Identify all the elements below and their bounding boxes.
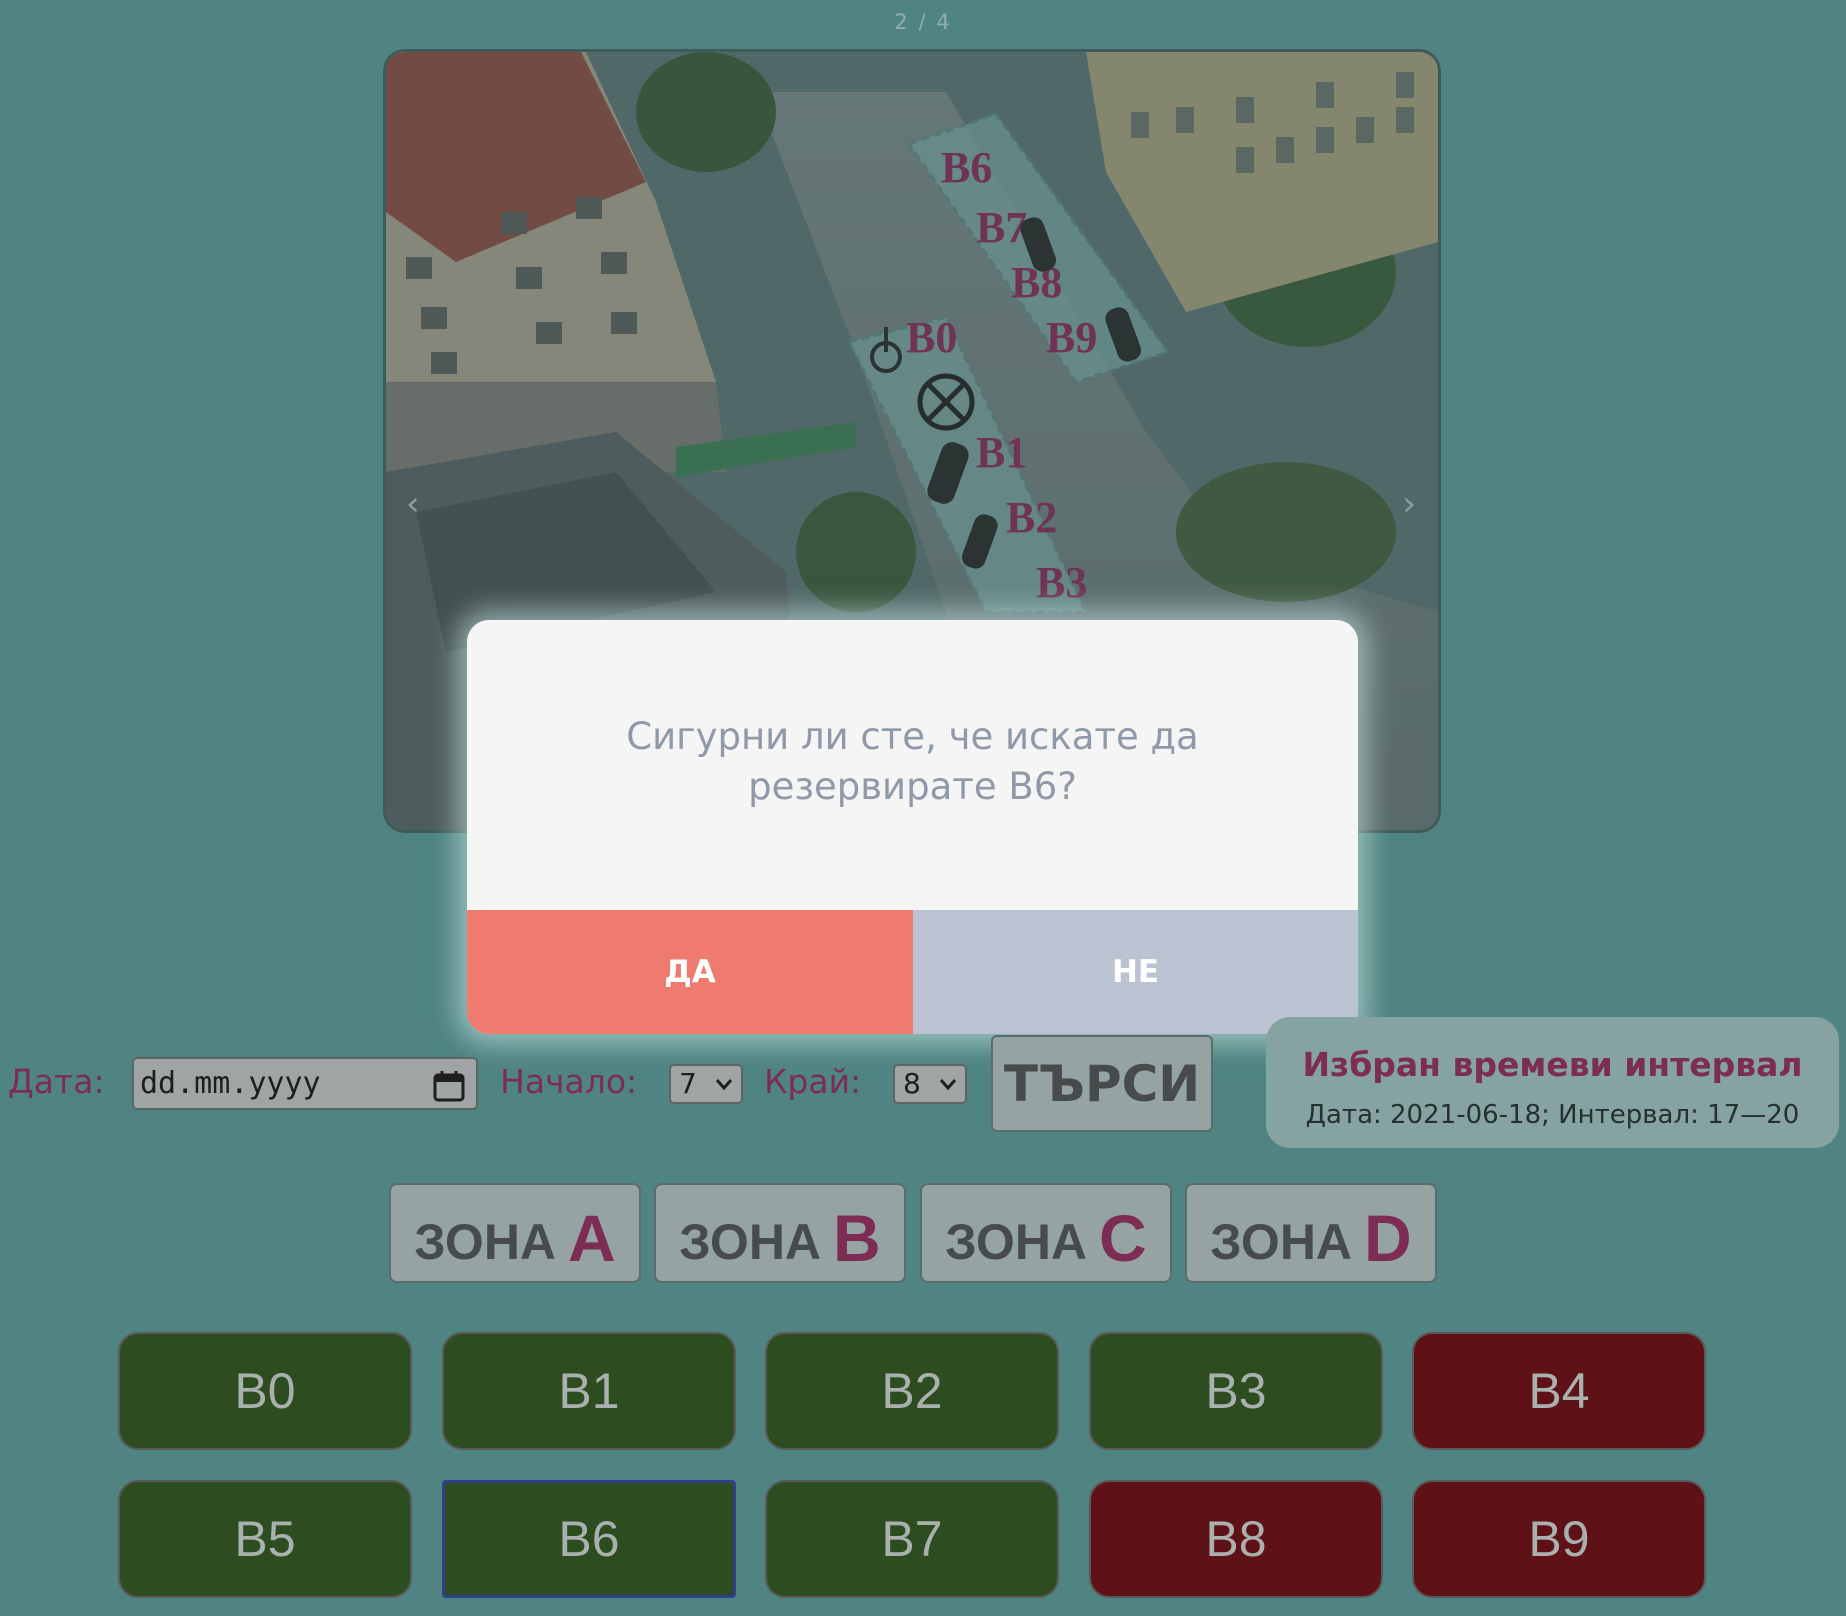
chevron-down-icon bbox=[715, 1079, 733, 1091]
prev-slide-icon[interactable]: ‹ bbox=[406, 484, 420, 524]
confirm-message-line: Сигурни ли сте, че искате да bbox=[626, 715, 1199, 758]
end-label: Край: bbox=[764, 1062, 862, 1101]
end-select-value: 8 bbox=[903, 1067, 921, 1100]
confirm-message-line: резервирате В6? bbox=[748, 765, 1077, 808]
date-placeholder: dd.mm.yyyy bbox=[140, 1066, 321, 1101]
zone-word: ЗОНА bbox=[414, 1214, 557, 1270]
chevron-down-icon bbox=[939, 1079, 957, 1091]
selected-interval-title: Избран времеви интервал bbox=[1302, 1045, 1803, 1084]
zone-a-button[interactable]: ЗОНА A bbox=[389, 1183, 641, 1283]
parking-spot-b0[interactable]: B0 bbox=[118, 1332, 412, 1450]
parking-spot-b3[interactable]: B3 bbox=[1089, 1332, 1383, 1450]
zone-c-button[interactable]: ЗОНА C bbox=[920, 1183, 1172, 1283]
calendar-icon[interactable] bbox=[432, 1069, 466, 1103]
parking-spot-b7[interactable]: B7 bbox=[765, 1480, 1059, 1598]
end-select[interactable]: 8 bbox=[893, 1064, 967, 1104]
parking-spot-b4[interactable]: B4 bbox=[1412, 1332, 1706, 1450]
selected-interval-details: Дата: 2021-06-18; Интервал: 17—20 bbox=[1305, 1100, 1800, 1130]
start-select[interactable]: 7 bbox=[669, 1064, 743, 1104]
zone-letter: C bbox=[1099, 1201, 1147, 1275]
zone-word: ЗОНА bbox=[679, 1214, 822, 1270]
date-label: Дата: bbox=[8, 1062, 105, 1101]
search-button[interactable]: ТЪРСИ bbox=[991, 1035, 1213, 1132]
parking-spot-b6[interactable]: B6 bbox=[442, 1480, 736, 1598]
parking-spot-b9[interactable]: B9 bbox=[1412, 1480, 1706, 1598]
zone-b-button[interactable]: ЗОНА B bbox=[654, 1183, 906, 1283]
confirm-dialog: Сигурни ли сте, че искате да резервирате… bbox=[467, 620, 1358, 1034]
parking-spot-b8[interactable]: B8 bbox=[1089, 1480, 1383, 1598]
start-select-value: 7 bbox=[679, 1067, 697, 1100]
zone-letter: D bbox=[1364, 1201, 1412, 1275]
zone-letter: B bbox=[833, 1201, 881, 1275]
next-slide-icon[interactable]: › bbox=[1402, 484, 1416, 524]
start-label: Начало: bbox=[500, 1062, 638, 1101]
confirm-yes-button[interactable]: ДА bbox=[467, 910, 913, 1034]
confirm-no-button[interactable]: НЕ bbox=[913, 910, 1358, 1034]
zone-letter: A bbox=[568, 1201, 616, 1275]
parking-spot-b2[interactable]: B2 bbox=[765, 1332, 1059, 1450]
date-input[interactable]: dd.mm.yyyy bbox=[132, 1057, 478, 1110]
parking-spot-b1[interactable]: B1 bbox=[442, 1332, 736, 1450]
zone-d-button[interactable]: ЗОНА D bbox=[1185, 1183, 1437, 1283]
zone-word: ЗОНА bbox=[945, 1214, 1088, 1270]
selected-interval-box: Избран времеви интервал Дата: 2021-06-18… bbox=[1266, 1017, 1839, 1148]
confirm-message: Сигурни ли сте, че искате да резервирате… bbox=[467, 712, 1358, 812]
zone-word: ЗОНА bbox=[1210, 1214, 1353, 1270]
slide-counter: 2 / 4 bbox=[894, 10, 952, 34]
parking-spot-b5[interactable]: B5 bbox=[118, 1480, 412, 1598]
